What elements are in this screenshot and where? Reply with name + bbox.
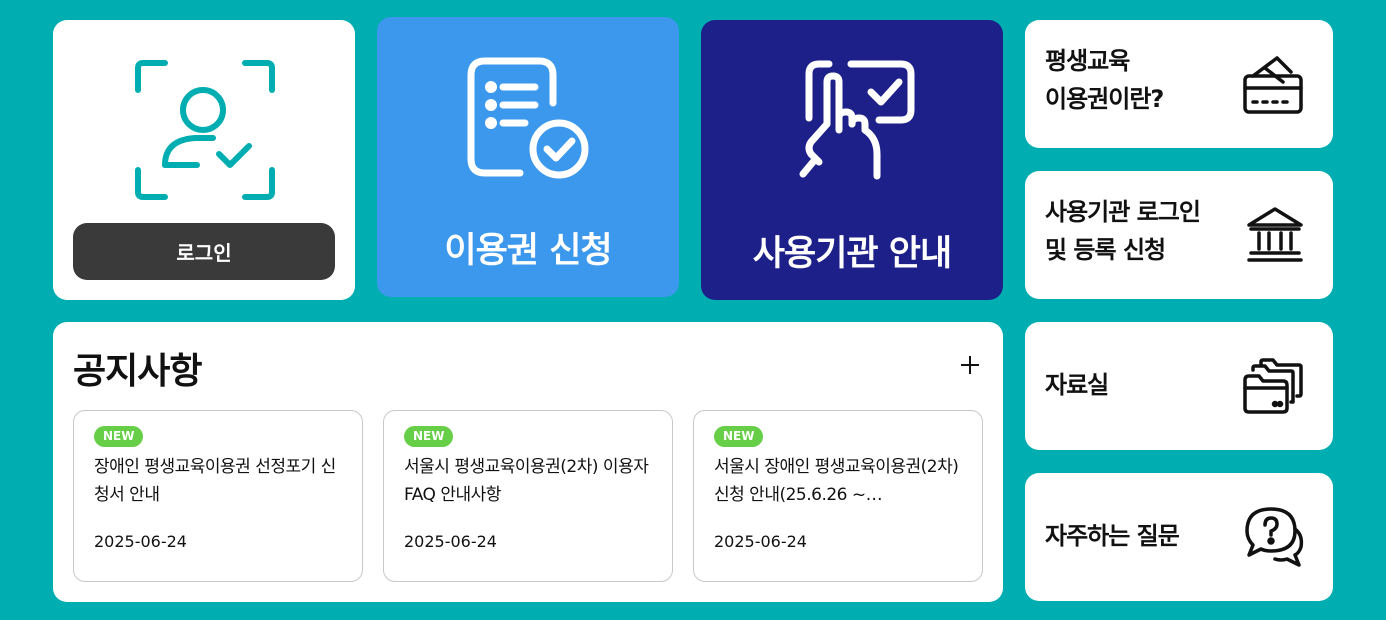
side-item-archive[interactable]: 자료실 [1025, 322, 1333, 450]
plus-icon[interactable] [957, 352, 983, 378]
new-badge: NEW [94, 426, 144, 447]
login-card: 로그인 [53, 20, 355, 300]
side-item-about-label: 평생교육 이용권이란? [1045, 42, 1164, 118]
side-item-about-line1: 평생교육 [1045, 47, 1130, 75]
side-item-archive-label: 자료실 [1045, 371, 1109, 399]
side-item-institution-login[interactable]: 사용기관 로그인 및 등록 신청 [1025, 171, 1333, 299]
side-item-about-voucher[interactable]: 평생교육 이용권이란? [1025, 20, 1333, 148]
notice-item[interactable]: NEW 서울시 평생교육이용권(2차) 이용자 FAQ 안내사항 2025-06… [383, 410, 673, 582]
login-button[interactable]: 로그인 [73, 223, 335, 280]
notice-item-date: 2025-06-24 [714, 532, 807, 551]
side-item-institution-login-line1: 사용기관 로그인 [1045, 198, 1201, 226]
notice-item-date: 2025-06-24 [404, 532, 497, 551]
notice-item-title: 장애인 평생교육이용권 선정포기 신청서 안내 [94, 457, 336, 505]
notice-title: 공지사항 [73, 351, 202, 392]
question-chat-icon [1245, 507, 1304, 567]
bank-icon [1247, 207, 1303, 262]
notice-item[interactable]: NEW 장애인 평생교육이용권 선정포기 신청서 안내 2025-06-24 [73, 410, 363, 582]
side-item-institution-login-line2: 및 등록 신청 [1045, 236, 1166, 264]
face-scan-user-check-icon [135, 60, 275, 200]
card-icon [1243, 56, 1303, 114]
notice-item-date: 2025-06-24 [94, 532, 187, 551]
side-item-institution-login-label: 사용기관 로그인 및 등록 신청 [1045, 193, 1201, 269]
new-badge: NEW [404, 426, 454, 447]
institution-guide-card[interactable]: 사용기관 안내 [701, 20, 1003, 300]
side-item-about-line2: 이용권이란? [1045, 85, 1164, 113]
new-badge: NEW [714, 426, 764, 447]
apply-voucher-card[interactable]: 이용권 신청 [377, 17, 679, 297]
notice-panel: 공지사항 NEW 장애인 평생교육이용권 선정포기 신청서 안내 2025-06… [53, 322, 1003, 602]
notice-item[interactable]: NEW 서울시 장애인 평생교육이용권(2차) 신청 안내(25.6.26 ~…… [693, 410, 983, 582]
side-item-faq[interactable]: 자주하는 질문 [1025, 473, 1333, 601]
touch-screen-check-icon [799, 60, 915, 180]
institution-guide-label: 사용기관 안내 [752, 234, 952, 274]
side-item-faq-label: 자주하는 질문 [1045, 522, 1180, 550]
apply-voucher-label: 이용권 신청 [444, 231, 612, 271]
document-check-icon [467, 57, 589, 179]
notice-item-title: 서울시 평생교육이용권(2차) 이용자 FAQ 안내사항 [404, 457, 649, 505]
folder-icon [1243, 358, 1303, 414]
notice-item-title: 서울시 장애인 평생교육이용권(2차) 신청 안내(25.6.26 ~… [714, 457, 959, 505]
